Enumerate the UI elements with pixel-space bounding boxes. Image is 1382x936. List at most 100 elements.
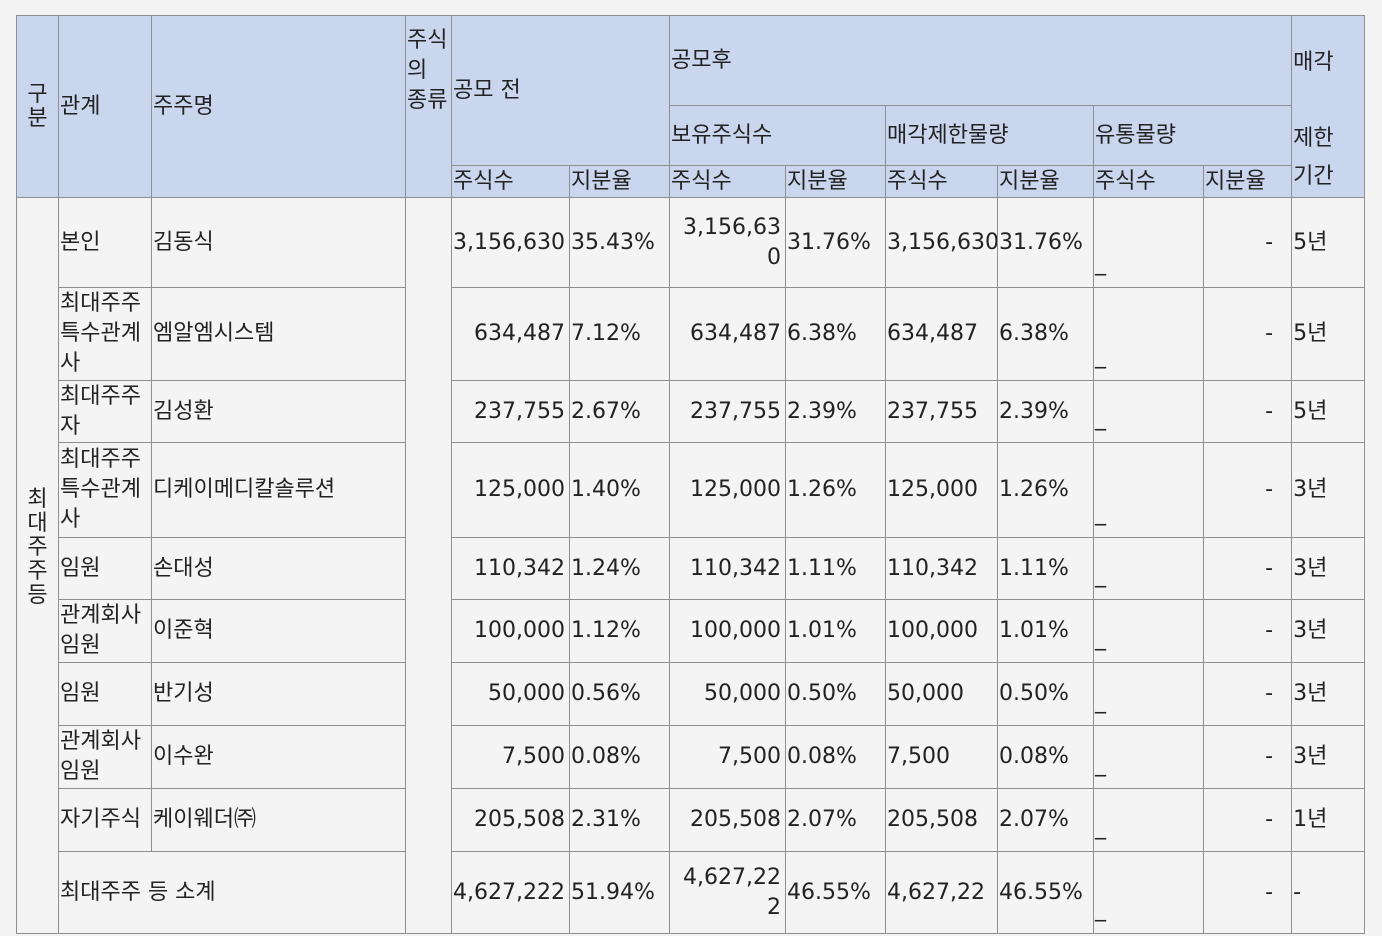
cell-res-ratio: 0.50%: [997, 662, 1094, 726]
cell-post-shares: 50,000: [669, 662, 786, 726]
subtotal-period: -: [1291, 851, 1366, 934]
cell-float-ratio: -: [1202, 599, 1293, 663]
cell-res-ratio: 0.08%: [997, 725, 1094, 789]
header-res-shares: 주식수: [885, 165, 998, 198]
cell-post-ratio: 2.07%: [785, 788, 886, 852]
cell-holder-name: 디케이메디칼솔루션: [151, 442, 406, 538]
cell-post-ratio: 0.08%: [785, 725, 886, 789]
table-row: 최대주주특수관계사 엠알엠시스템 634,487 7.12% 634,487 6.38% 6…: [17, 287, 1366, 381]
cell-stock-type: [405, 197, 452, 934]
lockup-table: 구분 관계 주주명 주식의 종류 공모 전 공모후 매각 제한 기간 보유주식수 매…: [16, 15, 1366, 934]
cell-float-ratio: -: [1202, 197, 1293, 288]
cell-float-ratio: -: [1202, 725, 1293, 789]
cell-float-shares: _: [1093, 197, 1204, 288]
subtotal-post-shares: 4,627,222: [669, 851, 786, 934]
cell-period: 5년: [1291, 197, 1366, 288]
cell-res-shares: 50,000: [885, 662, 998, 726]
cell-res-ratio: 1.11%: [997, 537, 1094, 600]
cell-relation: 자기주식: [58, 788, 152, 852]
subtotal-res-ratio: 46.55%: [997, 851, 1094, 934]
cell-post-shares: 7,500: [669, 725, 786, 789]
header-pre-shares: 주식수: [451, 165, 570, 198]
cell-period: 3년: [1291, 725, 1366, 789]
cell-relation: 관계회사임원: [58, 599, 152, 663]
cell-holder-name: 이수완: [151, 725, 406, 789]
cell-pre-shares: 100,000: [451, 599, 570, 663]
cell-res-shares: 100,000: [885, 599, 998, 663]
subtotal-pre-shares: 4,627,222: [451, 851, 570, 934]
cell-pre-ratio: 35.43%: [569, 197, 670, 288]
cell-holder-name: 김성환: [151, 380, 406, 443]
cell-pre-ratio: 1.12%: [569, 599, 670, 663]
cell-pre-ratio: 0.08%: [569, 725, 670, 789]
cell-post-shares: 125,000: [669, 442, 786, 538]
cell-post-shares: 237,755: [669, 380, 786, 443]
header-float: 유통물량: [1092, 105, 1293, 166]
cell-relation: 최대주주자: [58, 380, 152, 443]
header-res-ratio: 지분율: [997, 165, 1094, 198]
cell-pre-shares: 634,487: [451, 287, 570, 381]
cell-period: 5년: [1291, 287, 1366, 381]
cell-float-ratio: -: [1202, 537, 1293, 600]
cell-float-shares: _: [1093, 662, 1204, 726]
cell-post-ratio: 6.38%: [785, 287, 886, 381]
table-row: 자기주식 케이웨더㈜ 205,508 2.31% 205,508 2.07% 205,508…: [17, 788, 1366, 852]
cell-res-ratio: 1.01%: [997, 599, 1094, 663]
cell-period: 1년: [1291, 788, 1366, 852]
cell-post-shares: 110,342: [669, 537, 786, 600]
cell-float-shares: _: [1093, 380, 1204, 443]
cell-pre-ratio: 0.56%: [569, 662, 670, 726]
cell-float-shares: _: [1093, 599, 1204, 663]
cell-period: 5년: [1291, 380, 1366, 443]
cell-pre-shares: 7,500: [451, 725, 570, 789]
table-body: 최대주주등 본인 김동식 3,156,630 35.43% 3,156,630 31.76%…: [16, 197, 1366, 934]
cell-pre-ratio: 2.67%: [569, 380, 670, 443]
header-stock-type: 주식의 종류: [405, 15, 452, 198]
cell-res-shares: 3,156,630: [885, 197, 998, 288]
cell-pre-shares: 110,342: [451, 537, 570, 600]
table-row: 최대주주특수관계사 디케이메디칼솔루션 125,000 1.40% 125,000 1.2…: [17, 442, 1366, 538]
header-holder-name: 주주명: [151, 15, 406, 198]
cell-relation: 최대주주특수관계사: [58, 287, 152, 381]
cell-post-ratio: 1.01%: [785, 599, 886, 663]
subtotal-post-ratio: 46.55%: [785, 851, 886, 934]
header-before-ipo: 공모 전: [451, 15, 670, 166]
cell-pre-ratio: 2.31%: [569, 788, 670, 852]
group-label: 최대주주등: [16, 197, 59, 934]
cell-post-shares: 205,508: [669, 788, 786, 852]
cell-float-shares: _: [1093, 287, 1204, 381]
cell-period: 3년: [1291, 599, 1366, 663]
header-pre-ratio: 지분율: [569, 165, 670, 198]
cell-res-ratio: 2.07%: [997, 788, 1094, 852]
cell-float-ratio: -: [1202, 287, 1293, 381]
cell-post-shares: 3,156,630: [669, 197, 786, 288]
cell-float-ratio: -: [1202, 380, 1293, 443]
cell-post-ratio: 1.11%: [785, 537, 886, 600]
header-gubun: 구분: [16, 15, 59, 198]
table-row: 관계회사임원 이준혁 100,000 1.12% 100,000 1.01% 100,000…: [17, 599, 1366, 663]
cell-relation: 임원: [58, 662, 152, 726]
cell-res-shares: 205,508: [885, 788, 998, 852]
cell-res-shares: 634,487: [885, 287, 998, 381]
cell-period: 3년: [1291, 662, 1366, 726]
cell-period: 3년: [1291, 442, 1366, 538]
cell-res-shares: 7,500: [885, 725, 998, 789]
subtotal-row: 최대주주 등 소계 4,627,222 51.94% 4,627,222 46.55% 4…: [17, 851, 1366, 934]
cell-pre-shares: 237,755: [451, 380, 570, 443]
cell-float-ratio: -: [1202, 442, 1293, 538]
cell-res-ratio: 1.26%: [997, 442, 1094, 538]
cell-float-ratio: -: [1202, 788, 1293, 852]
cell-post-ratio: 2.39%: [785, 380, 886, 443]
cell-pre-shares: 205,508: [451, 788, 570, 852]
cell-relation: 임원: [58, 537, 152, 600]
cell-period: 3년: [1291, 537, 1366, 600]
subtotal-res-shares: 4,627,22: [885, 851, 998, 934]
subtotal-label: 최대주주 등 소계: [58, 851, 406, 934]
cell-relation: 본인: [58, 197, 152, 288]
cell-pre-ratio: 1.24%: [569, 537, 670, 600]
subtotal-float-shares: _: [1093, 851, 1204, 934]
cell-relation: 관계회사임원: [58, 725, 152, 789]
cell-pre-ratio: 7.12%: [569, 287, 670, 381]
cell-pre-shares: 3,156,630: [451, 197, 570, 288]
header-holding-shares: 보유주식수: [669, 105, 886, 166]
